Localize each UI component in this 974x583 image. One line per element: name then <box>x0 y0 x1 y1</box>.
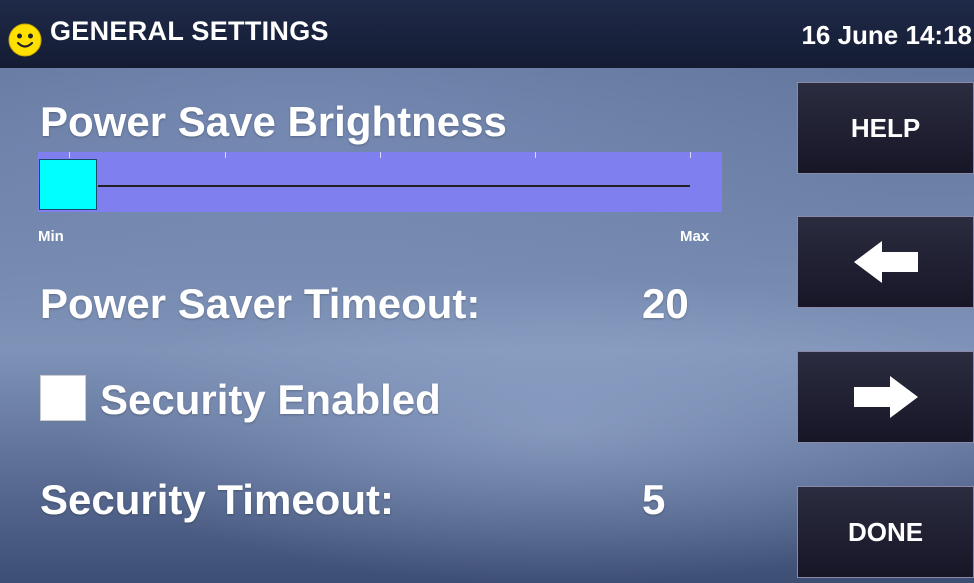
slider-tick <box>69 152 70 158</box>
brightness-label: Power Save Brightness <box>40 98 507 145</box>
brightness-slider[interactable] <box>38 152 722 212</box>
security-enabled-label: Security Enabled <box>100 376 441 423</box>
help-button[interactable]: HELP <box>797 82 974 174</box>
arrow-left-icon <box>853 241 918 283</box>
security-enabled-checkbox[interactable] <box>40 375 86 421</box>
date-time: 16 June 14:18 <box>801 20 972 50</box>
security-timeout-label: Security Timeout: <box>40 476 394 523</box>
security-timeout-value[interactable]: 5 <box>642 476 665 524</box>
slider-thumb[interactable] <box>39 159 97 210</box>
page-title: GENERAL SETTINGS <box>50 16 329 46</box>
slider-tick <box>535 152 536 158</box>
slider-min-label: Min <box>38 228 64 245</box>
power-saver-timeout-label: Power Saver Timeout: <box>40 280 481 327</box>
slider-max-label: Max <box>680 228 710 245</box>
forward-button[interactable] <box>797 351 974 443</box>
power-saver-timeout-value[interactable]: 20 <box>642 280 689 328</box>
done-button-label: DONE <box>847 516 924 547</box>
header-bar: GENERAL SETTINGS 16 June 14:18 <box>0 0 974 68</box>
smiley-icon <box>8 23 42 57</box>
slider-tick <box>380 152 381 158</box>
arrow-right-icon <box>853 376 918 418</box>
slider-track <box>98 185 690 187</box>
help-button-label: HELP <box>850 112 921 143</box>
back-button[interactable] <box>797 216 974 308</box>
slider-tick <box>225 152 226 158</box>
done-button[interactable]: DONE <box>797 486 974 578</box>
slider-tick <box>690 152 691 158</box>
